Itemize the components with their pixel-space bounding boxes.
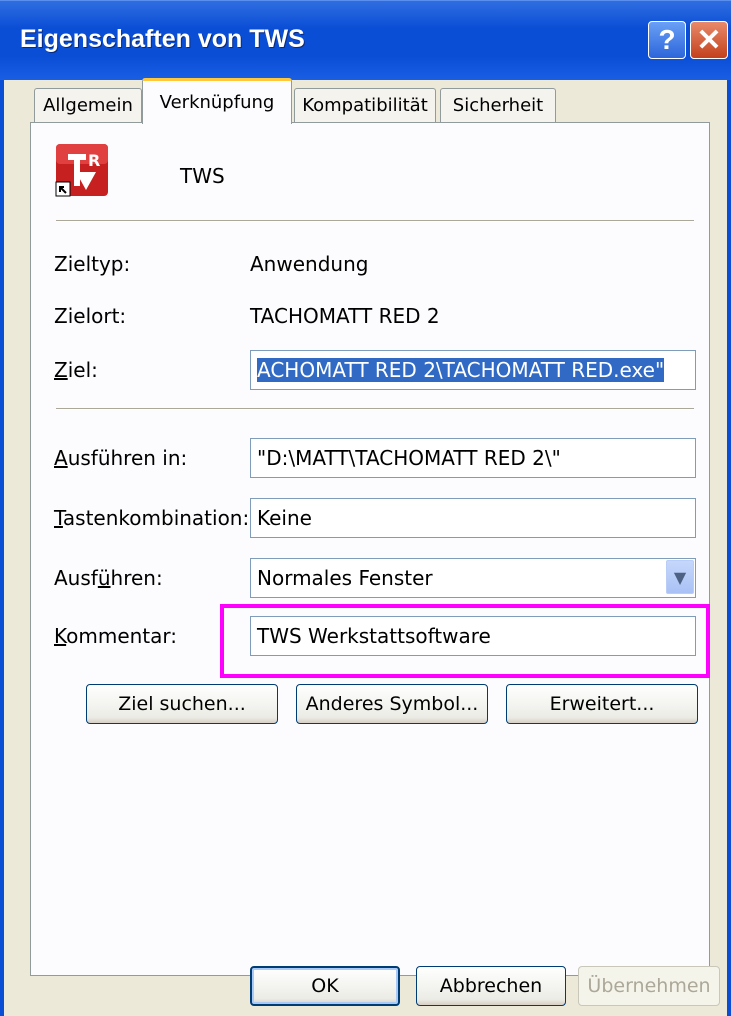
kommentar-input[interactable]: TWS Werkstattsoftware: [250, 616, 696, 656]
chevron-down-icon[interactable]: ▼: [666, 560, 694, 594]
ausfuehren-select[interactable]: Normales Fenster: [250, 558, 696, 598]
separator: [56, 408, 694, 410]
tab-panel: [30, 122, 710, 976]
tastenkombination-input[interactable]: Keine: [250, 498, 696, 538]
ausfuehren-in-input[interactable]: "D:\MATT\TACHOMATT RED 2\": [250, 438, 696, 478]
ziel-suchen-button[interactable]: Ziel suchen...: [86, 684, 278, 724]
erweitert-button[interactable]: Erweitert...: [506, 684, 698, 724]
tastenkombination-label: Tastenkombination:: [54, 506, 250, 530]
svg-text:R: R: [88, 151, 100, 170]
kommentar-label: Kommentar:: [54, 624, 178, 648]
anderes-symbol-button[interactable]: Anderes Symbol...: [296, 684, 488, 724]
separator: [56, 220, 694, 222]
app-icon: R: [55, 144, 108, 197]
help-button[interactable]: ?: [648, 21, 686, 59]
abbrechen-button[interactable]: Abbrechen: [416, 966, 566, 1006]
zieltyp-label: Zieltyp:: [54, 252, 131, 276]
zielort-label: Zielort:: [54, 304, 127, 328]
ok-button[interactable]: OK: [250, 966, 400, 1006]
zielort-value: TACHOMATT RED 2: [250, 304, 440, 328]
ziel-input-text: ACHOMATT RED 2\TACHOMATT RED.exe": [257, 358, 665, 382]
ziel-label: Ziel:: [54, 358, 98, 382]
shortcut-name: TWS: [180, 164, 225, 188]
close-button[interactable]: ✕: [690, 21, 728, 59]
ziel-input[interactable]: ACHOMATT RED 2\TACHOMATT RED.exe": [250, 350, 696, 390]
ausfuehren-in-label: Ausführen in:: [54, 446, 188, 470]
tab-verknuepfung[interactable]: Verknüpfung: [142, 78, 292, 124]
ausfuehren-label: Ausführen:: [54, 566, 163, 590]
window-title: Eigenschaften von TWS: [20, 25, 305, 53]
tab-allgemein[interactable]: Allgemein: [34, 88, 142, 122]
title-bar[interactable]: Eigenschaften von TWS ? ✕: [0, 0, 731, 80]
zieltyp-value: Anwendung: [250, 252, 369, 276]
tab-kompatibilitaet[interactable]: Kompatibilität: [294, 88, 436, 122]
tab-sicherheit[interactable]: Sicherheit: [440, 88, 556, 122]
uebernehmen-button[interactable]: Übernehmen: [578, 966, 720, 1006]
